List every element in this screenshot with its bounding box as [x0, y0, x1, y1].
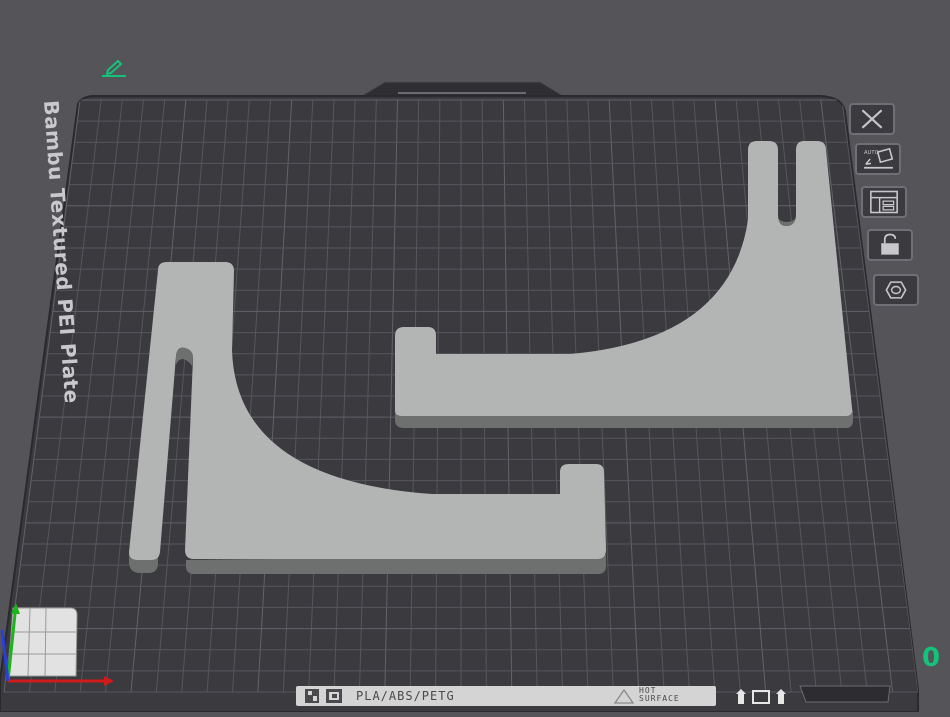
svg-text:AUTO: AUTO: [864, 150, 879, 156]
auto-orient-icon: AUTO: [864, 147, 894, 169]
plate-corner: [799, 685, 891, 703]
filament-compatibility-label: PLA/ABS/PETG: [356, 689, 455, 703]
lock-plate-button[interactable]: [867, 229, 913, 261]
auto-orient-button[interactable]: AUTO: [855, 143, 901, 175]
plate-settings-button[interactable]: [873, 274, 919, 306]
warning-triangle-icon: [614, 689, 634, 704]
plate-type-icons: [305, 689, 342, 703]
3d-viewport[interactable]: Bambu Textured PEI Plate 0 AUTO PLA/ABS/…: [0, 0, 950, 713]
arrange-button[interactable]: [861, 186, 907, 218]
close-plate-button[interactable]: [849, 103, 895, 135]
plate-symbols: [736, 689, 786, 704]
hot-surface-label: HOT SURFACE: [639, 687, 680, 703]
plate-info-strip: PLA/ABS/PETG HOT SURFACE: [296, 686, 716, 706]
build-plate-scene: [0, 81, 919, 713]
hexagon-settings-icon: [885, 281, 907, 299]
x-icon: [861, 109, 883, 129]
edit-plate-name-icon[interactable]: [100, 58, 128, 78]
plate-handle: [358, 81, 567, 98]
lock-icon: [881, 233, 899, 255]
hot-surface-line2: SURFACE: [639, 694, 680, 703]
arrange-icon: [870, 190, 898, 214]
gizmo-plane: [7, 607, 78, 677]
plate-index[interactable]: 0: [922, 643, 940, 673]
